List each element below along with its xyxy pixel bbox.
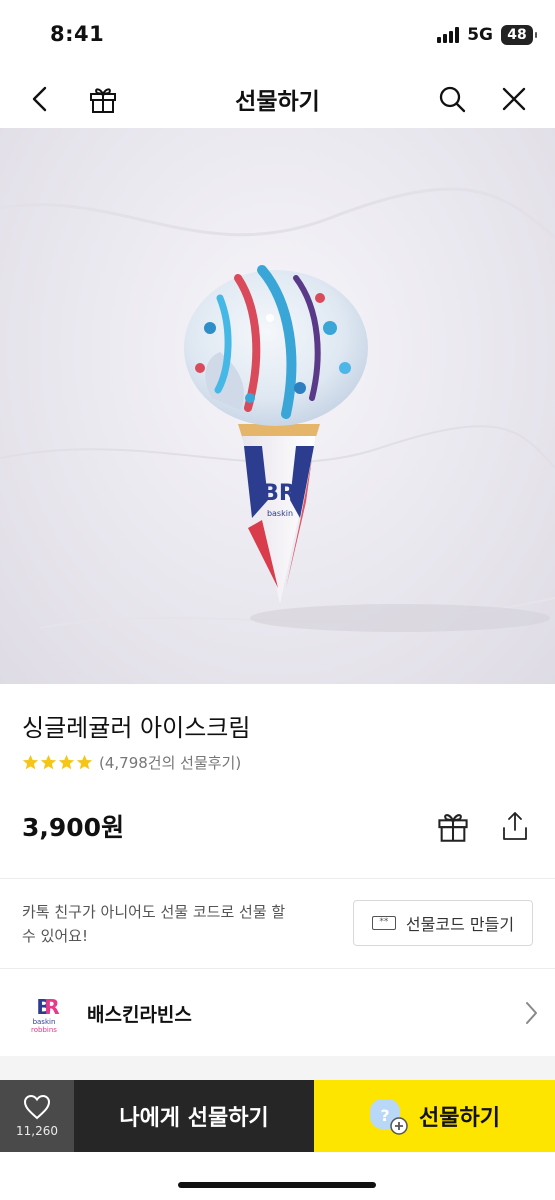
battery-level: 48 [507, 27, 527, 43]
create-gift-code-button[interactable]: ** 선물코드 만들기 [353, 900, 533, 946]
baskin-robbins-logo: B R baskin robbins [22, 992, 66, 1036]
close-icon[interactable] [494, 79, 534, 119]
nav-bar: 선물하기 [0, 70, 555, 128]
send-gift-button[interactable]: ? 선물하기 [314, 1080, 555, 1152]
brand-row[interactable]: B R baskin robbins 배스킨라빈스 [0, 970, 555, 1056]
search-icon[interactable] [432, 79, 472, 119]
svg-text:baskin: baskin [267, 509, 293, 518]
home-indicator[interactable] [178, 1182, 376, 1188]
chevron-right-icon [523, 1000, 539, 1030]
like-count: 11,260 [16, 1124, 58, 1138]
bottom-action-bar: 11,260 나에게 선물하기 ? 선물하기 [0, 1080, 555, 1152]
divider [0, 878, 555, 879]
gift-to-me-label: 나에게 선물하기 [119, 1106, 269, 1131]
battery-icon: 48 [501, 25, 537, 45]
gift-wrap-icon[interactable] [433, 806, 473, 846]
divider [0, 968, 555, 969]
network-label: 5G [467, 25, 493, 45]
svg-text:BR: BR [262, 481, 296, 506]
gift-badge-text: ? [380, 1106, 389, 1125]
star-icon [58, 754, 75, 770]
star-icon [76, 754, 93, 770]
status-bar: 8:41 5G 48 [0, 0, 555, 70]
status-time: 8:41 [50, 22, 105, 46]
product-rating[interactable]: (4,798건의 선물후기) [22, 752, 241, 773]
brand-name: 배스킨라빈스 [87, 1004, 192, 1026]
gift-to-me-button[interactable]: 나에게 선물하기 [74, 1080, 314, 1152]
svg-text:robbins: robbins [31, 1026, 57, 1034]
review-count: (4,798건의 선물후기) [99, 754, 242, 772]
home-indicator-area [0, 1152, 555, 1200]
create-gift-code-label: 선물코드 만들기 [405, 915, 515, 934]
gift-friend-icon: ? [369, 1096, 409, 1136]
star-icon [22, 754, 39, 770]
wishlist-button[interactable]: 11,260 [0, 1080, 74, 1152]
ticket-icon: ** [371, 916, 396, 930]
share-icon[interactable] [495, 806, 535, 846]
send-gift-label: 선물하기 [419, 1106, 500, 1131]
svg-text:R: R [44, 995, 59, 1019]
svg-text:baskin: baskin [33, 1018, 56, 1026]
rating-stars [22, 754, 93, 771]
gift-code-description: 카톡 친구가 아니어도 선물 코드로 선물 할 수 있어요! [22, 903, 286, 945]
signal-icon [437, 27, 460, 43]
section-spacer [0, 1056, 555, 1080]
product-name: 싱글레귤러 아이스크림 [22, 714, 251, 742]
heart-icon [23, 1094, 51, 1120]
ice-cream-cone-illustration: BR baskin [0, 187, 555, 632]
product-price: 3,900원 [22, 813, 125, 842]
product-image[interactable]: BR baskin [0, 128, 555, 684]
status-indicators: 5G 48 [437, 24, 537, 46]
star-icon [40, 754, 57, 770]
